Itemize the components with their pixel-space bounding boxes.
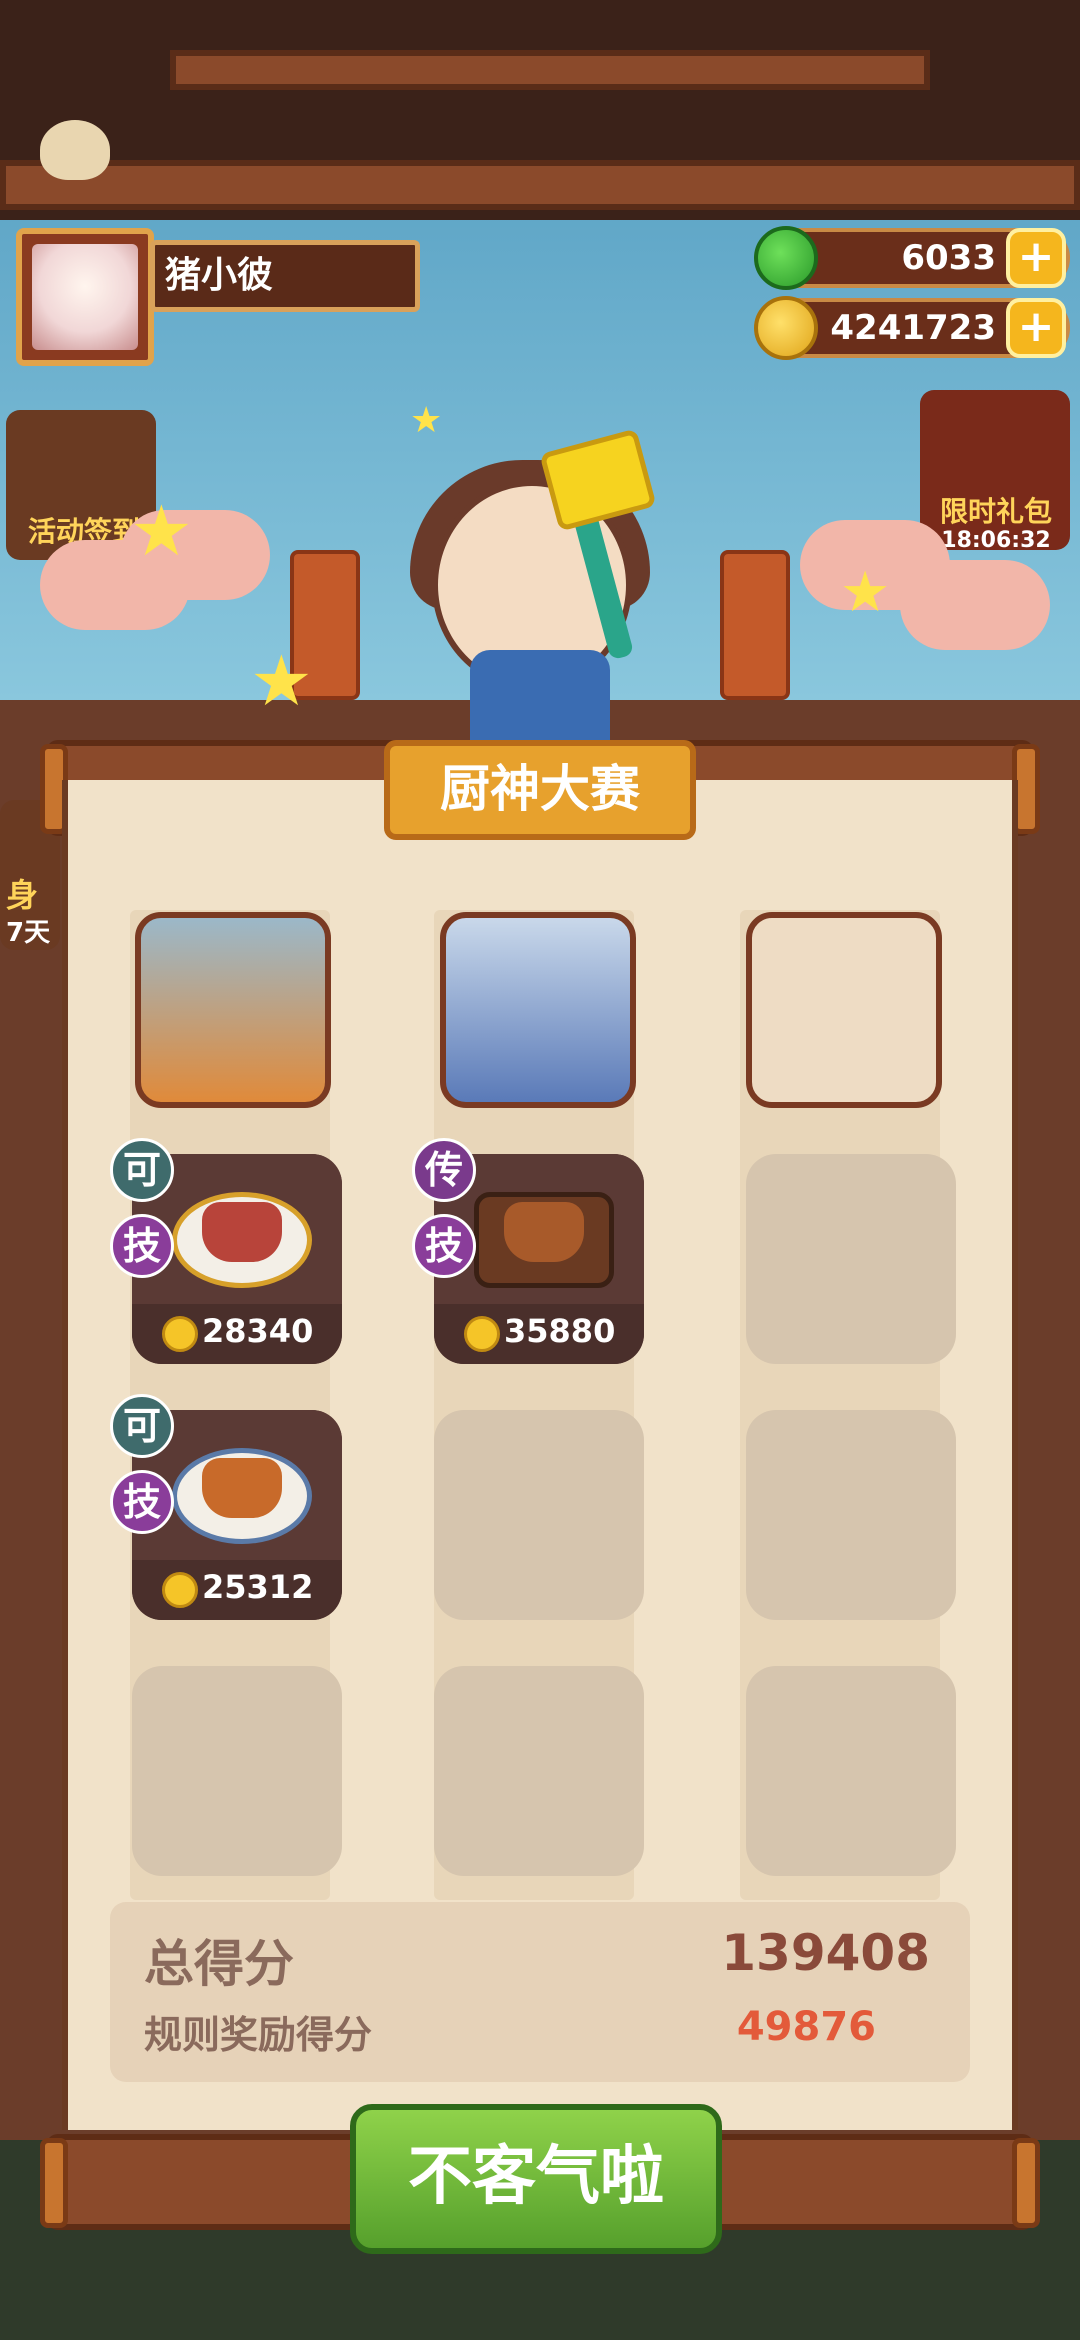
rarity-badge: 可	[110, 1394, 174, 1458]
blossom-tree-right-2	[900, 560, 1050, 650]
rarity-badge: 传	[412, 1138, 476, 1202]
total-score-label: 总得分	[144, 1935, 294, 1993]
star-icon: ★	[840, 560, 891, 625]
roof-beam	[0, 160, 1080, 210]
rod-cap	[1012, 2138, 1040, 2228]
side-event-sub: 7天	[6, 918, 51, 948]
chick-decoration	[40, 120, 110, 180]
chef-portrait-elf[interactable]	[440, 912, 636, 1108]
empty-dish-slot[interactable]	[434, 1666, 644, 1876]
coin-icon	[162, 1316, 198, 1352]
pillar-right	[720, 550, 790, 700]
dish-food	[202, 1458, 282, 1518]
jade-icon	[754, 226, 818, 290]
skill-badge: 技	[110, 1214, 174, 1278]
bonus-score-value: 49876	[736, 2004, 876, 2050]
add-jade-button[interactable]: +	[1006, 228, 1066, 288]
rod-cap	[40, 2138, 68, 2228]
empty-dish-slot[interactable]	[746, 1154, 956, 1364]
star-icon: ★	[410, 400, 443, 441]
star-icon: ★	[250, 640, 313, 722]
side-event-label: 身	[6, 876, 39, 914]
coin-icon	[464, 1316, 500, 1352]
player-avatar[interactable]	[16, 228, 154, 366]
skill-badge: 技	[412, 1214, 476, 1278]
player-name: 猪小彼	[150, 240, 420, 312]
rarity-badge: 可	[110, 1138, 174, 1202]
dish-food	[202, 1202, 282, 1262]
empty-dish-slot[interactable]	[132, 1666, 342, 1876]
dish-price: 28340	[202, 1312, 314, 1350]
skill-badge: 技	[110, 1470, 174, 1534]
gift-label: 限时礼包	[939, 495, 1052, 528]
total-score-value: 139408	[721, 1924, 930, 1982]
coin-icon	[162, 1572, 198, 1608]
star-icon: ★	[130, 490, 193, 572]
panel-title: 厨神大赛	[384, 740, 696, 840]
dish-price: 35880	[504, 1312, 616, 1350]
limited-gift-button[interactable]: 限时礼包 18:06:32	[920, 390, 1070, 553]
confirm-button[interactable]: 不客气啦	[350, 2104, 722, 2254]
roof-truss	[170, 50, 930, 90]
add-coin-button[interactable]: +	[1006, 298, 1066, 358]
coin-icon	[754, 296, 818, 360]
chef-portrait-wolf[interactable]	[135, 912, 331, 1108]
empty-dish-slot[interactable]	[746, 1410, 956, 1620]
dish-price: 25312	[202, 1568, 314, 1606]
avatar-portrait	[32, 244, 138, 350]
bonus-score-label: 规则奖励得分	[144, 2013, 373, 2057]
empty-dish-slot[interactable]	[746, 1666, 956, 1876]
chef-portrait-empty[interactable]	[746, 912, 942, 1108]
chef-body	[470, 650, 610, 740]
empty-dish-slot[interactable]	[434, 1410, 644, 1620]
dish-food	[504, 1202, 584, 1262]
